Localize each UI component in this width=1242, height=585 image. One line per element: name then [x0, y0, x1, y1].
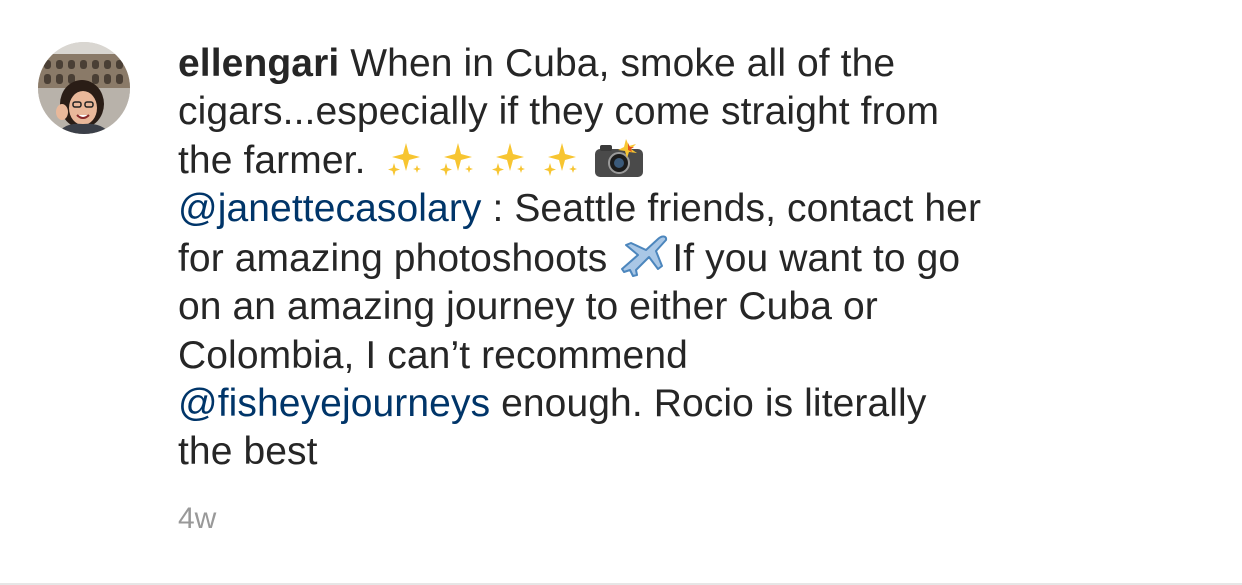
sparkles-icon — [488, 139, 530, 179]
sparkles-icon — [436, 139, 478, 179]
caption-line: ellengari When in Cuba, smoke all of the — [178, 40, 1198, 88]
caption-text: When in Cuba, smoke all of the — [339, 42, 896, 85]
caption-line: @fisheyejourneys enough. Rocio is litera… — [178, 380, 1198, 428]
mention-link[interactable]: @fisheyejourneys — [178, 382, 490, 425]
airplane-icon — [618, 233, 670, 278]
caption-line: for amazing photoshoots If you want to g… — [178, 233, 1198, 283]
username-link[interactable]: ellengari — [178, 42, 339, 85]
caption-text: cigars...especially if they come straigh… — [178, 90, 940, 134]
caption-text: : Seattle friends, contact her — [481, 186, 982, 230]
caption-text: on an amazing journey to either Cuba or — [178, 285, 878, 329]
caption-text: If you want to go — [672, 237, 961, 281]
caption-text: for amazing photoshoots — [178, 237, 619, 281]
comment-body: ellengari When in Cuba, smoke all of the… — [178, 40, 1198, 477]
caption-line: the farmer. — [178, 137, 1198, 185]
caption-line: @janettecasolary : Seattle friends, cont… — [178, 185, 1198, 233]
mention-link[interactable]: @janettecasolary — [178, 187, 482, 230]
sparkles-icon — [384, 139, 426, 179]
camera-flash-icon — [592, 137, 646, 179]
caption-line: Colombia, I can’t recommend — [178, 332, 1198, 380]
sparkles-icon — [540, 139, 582, 179]
caption-line: on an amazing journey to either Cuba or — [178, 283, 1198, 331]
caption-text: enough. Rocio is literally — [490, 382, 927, 426]
emoji-group — [384, 137, 656, 182]
comment-item: ellengari When in Cuba, smoke all of the… — [0, 0, 1242, 585]
caption-line: the best — [178, 428, 1198, 476]
caption-text: Colombia, I can’t recommend — [178, 333, 688, 377]
caption-text: the farmer. — [178, 138, 366, 182]
caption-text: the best — [178, 430, 318, 474]
caption-line: cigars...especially if they come straigh… — [178, 88, 1198, 136]
timestamp[interactable]: 4w — [178, 502, 216, 536]
avatar[interactable] — [38, 42, 130, 134]
